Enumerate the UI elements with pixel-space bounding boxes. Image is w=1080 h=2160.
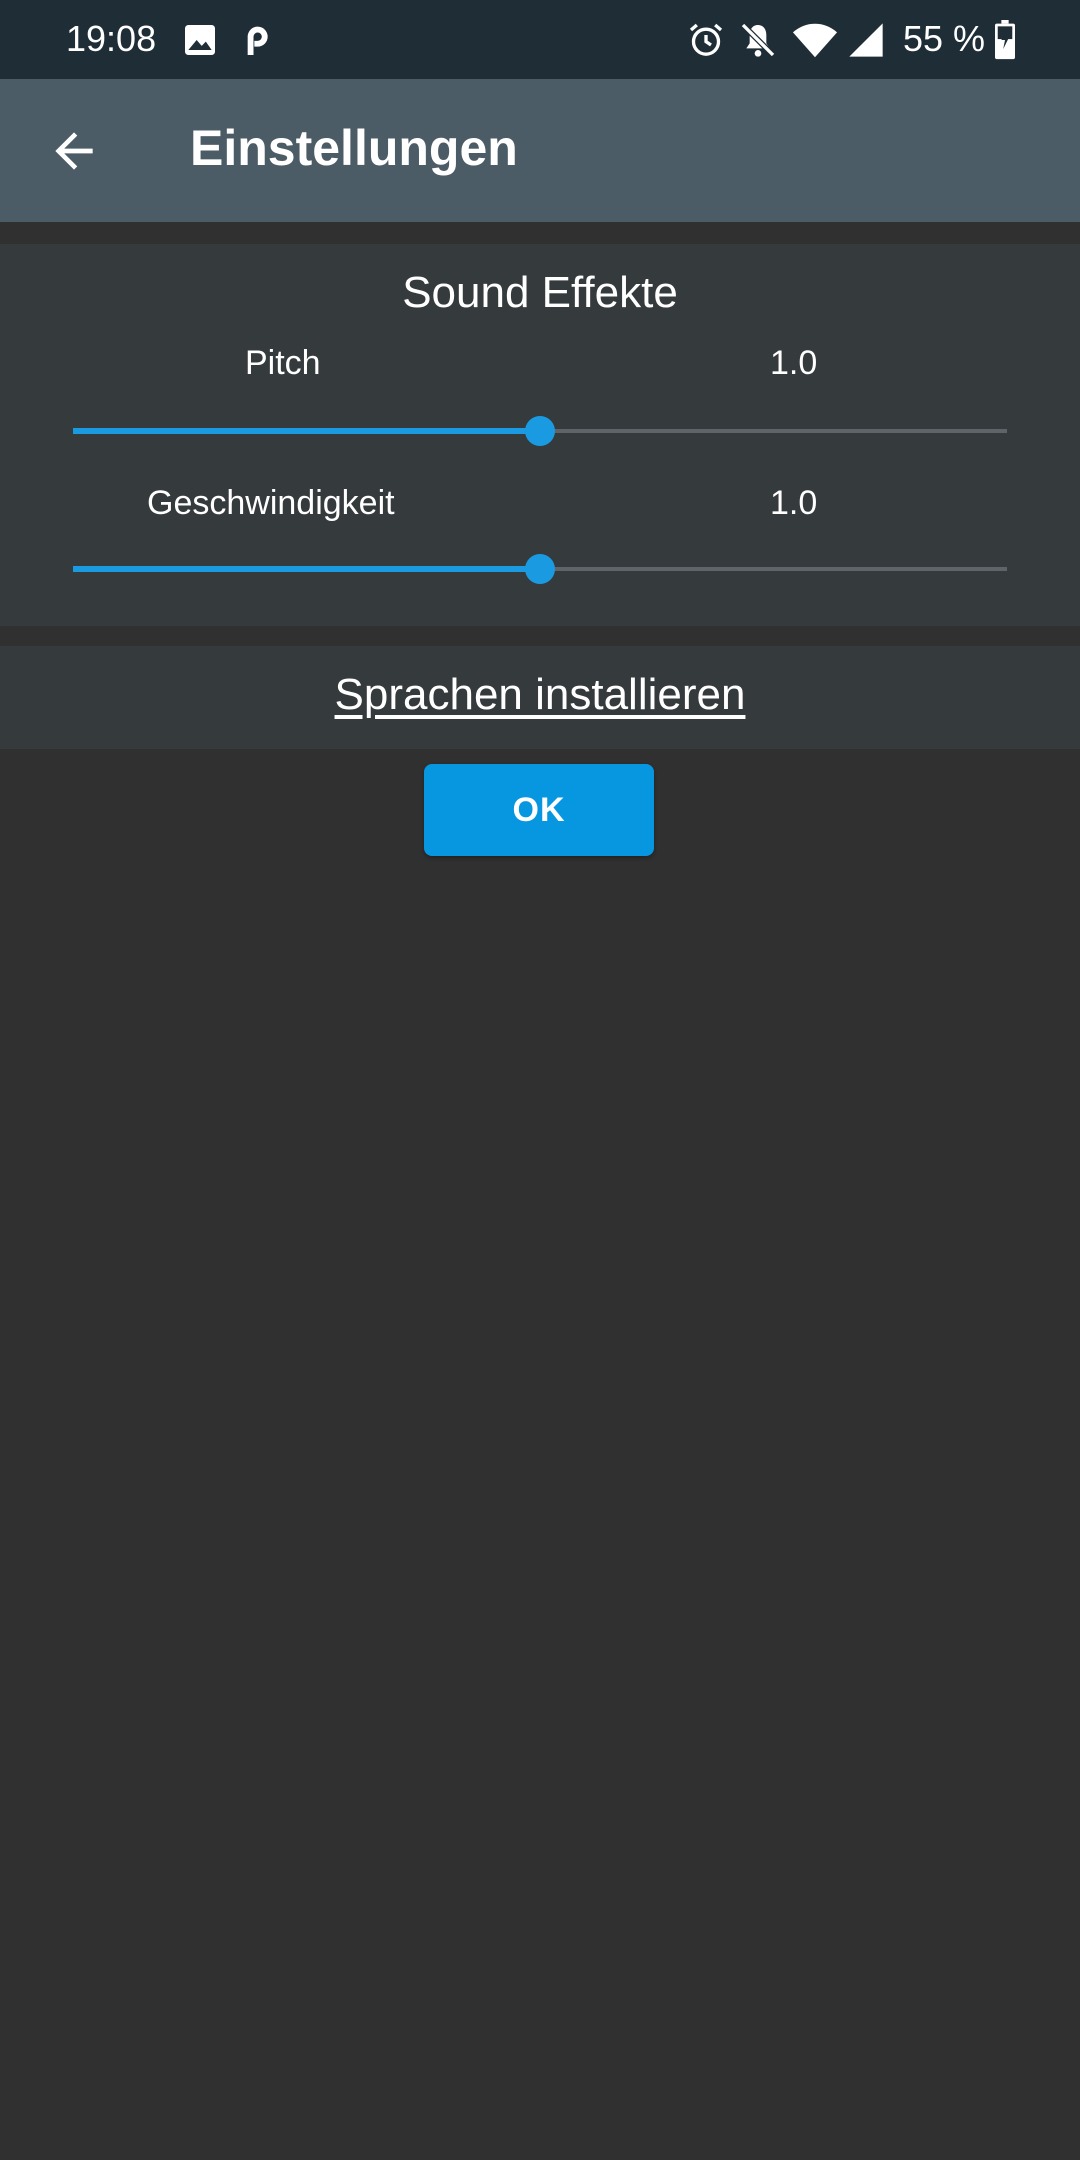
pitch-label: Pitch <box>245 344 321 382</box>
sound-effects-card: Sound Effekte Pitch 1.0 Geschwindigkeit … <box>0 244 1080 626</box>
battery-percent: 55 % <box>903 18 986 59</box>
pitch-slider-fill <box>73 428 540 434</box>
install-languages-bar: Sprachen installieren <box>0 646 1080 749</box>
ok-button[interactable]: OK <box>424 764 654 856</box>
speed-label: Geschwindigkeit <box>147 484 395 522</box>
alarm-icon <box>686 20 726 60</box>
page-title: Einstellungen <box>190 120 518 176</box>
pitch-slider[interactable] <box>73 416 1007 446</box>
pitch-value: 1.0 <box>770 344 818 382</box>
battery-icon <box>992 20 1018 60</box>
status-bar: 19:08 55 % <box>0 0 1080 79</box>
bell-off-icon <box>738 20 778 60</box>
status-time: 19:08 <box>66 18 157 59</box>
wifi-icon <box>792 20 838 60</box>
speed-slider-fill <box>73 566 540 572</box>
sound-effects-title: Sound Effekte <box>402 268 678 317</box>
arrow-back-icon[interactable] <box>46 123 102 179</box>
speed-value: 1.0 <box>770 484 818 522</box>
speed-slider-thumb[interactable] <box>525 554 555 584</box>
pitch-slider-thumb[interactable] <box>525 416 555 446</box>
signal-icon <box>846 20 886 60</box>
install-languages-link[interactable]: Sprachen installieren <box>0 670 1080 720</box>
image-icon <box>180 20 220 60</box>
speed-slider[interactable] <box>73 554 1007 584</box>
pocket-casts-icon <box>236 20 276 60</box>
app-bar: Einstellungen <box>0 79 1080 222</box>
